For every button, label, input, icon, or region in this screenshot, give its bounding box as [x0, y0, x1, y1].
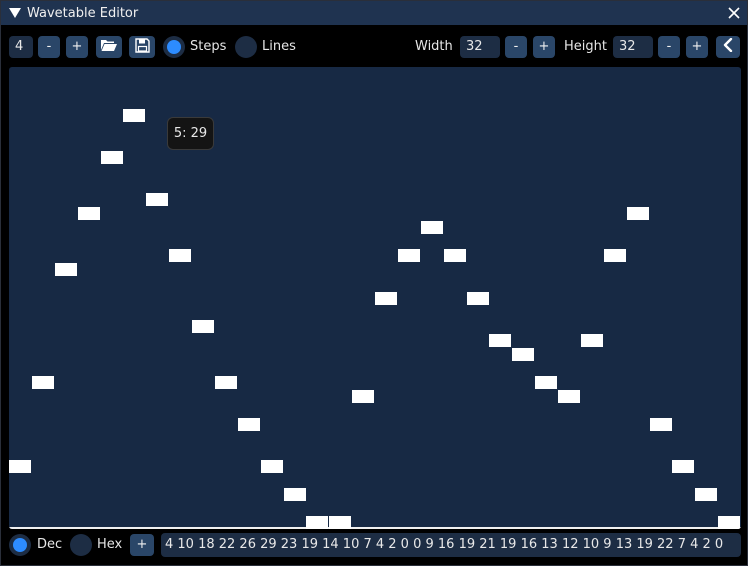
step-marker[interactable]	[626, 207, 649, 221]
step-marker[interactable]	[54, 263, 77, 277]
step-marker[interactable]	[512, 347, 535, 361]
step-marker[interactable]	[718, 516, 741, 529]
chevron-left-icon	[723, 37, 733, 56]
wavetable-editor-window: Wavetable Editor 4 - + Steps Lines Width…	[0, 0, 748, 566]
step-marker[interactable]	[9, 459, 31, 473]
collapse-triangle-icon[interactable]	[7, 5, 23, 21]
step-value-field[interactable]: 4	[9, 36, 33, 58]
step-marker[interactable]	[100, 151, 123, 165]
step-marker[interactable]	[443, 249, 466, 263]
step-increment-button[interactable]: +	[66, 36, 88, 58]
floppy-save-icon	[134, 37, 150, 57]
step-marker[interactable]	[169, 249, 192, 263]
hex-format-label: Hex	[97, 537, 123, 552]
steps-mode-radio[interactable]	[163, 36, 185, 58]
save-file-button[interactable]	[129, 36, 155, 58]
step-marker[interactable]	[375, 291, 397, 305]
height-label: Height	[564, 39, 607, 54]
lines-mode-radio[interactable]	[235, 36, 257, 58]
toolbar: 4 - + Steps Lines Width 32 - + Height 32…	[1, 25, 747, 67]
step-marker[interactable]	[329, 516, 352, 529]
step-marker[interactable]	[352, 389, 375, 403]
open-file-button[interactable]	[96, 36, 122, 58]
step-marker[interactable]	[192, 319, 214, 333]
step-marker[interactable]	[603, 249, 626, 263]
step-marker[interactable]	[123, 109, 146, 123]
width-decrement-button[interactable]: -	[505, 36, 527, 58]
step-marker[interactable]	[649, 417, 672, 431]
width-label: Width	[415, 39, 453, 54]
folder-open-icon	[100, 38, 118, 56]
width-increment-button[interactable]: +	[533, 36, 555, 58]
step-marker[interactable]	[260, 459, 283, 473]
dec-format-label: Dec	[37, 537, 63, 552]
title-bar[interactable]: Wavetable Editor	[1, 1, 747, 25]
close-icon[interactable]	[725, 4, 743, 22]
canvas-baseline	[9, 527, 741, 529]
step-marker[interactable]	[466, 291, 489, 305]
wavetable-canvas[interactable]	[9, 67, 741, 529]
height-increment-button[interactable]: +	[686, 36, 708, 58]
lines-mode-label: Lines	[262, 39, 296, 54]
window-title: Wavetable Editor	[27, 5, 139, 21]
collapse-panel-button[interactable]	[716, 36, 740, 58]
step-marker[interactable]	[306, 516, 329, 529]
step-marker[interactable]	[489, 333, 512, 347]
value-tooltip: 5: 29	[167, 117, 214, 150]
step-decrement-button[interactable]: -	[38, 36, 60, 58]
step-marker[interactable]	[146, 193, 169, 207]
step-marker[interactable]	[580, 333, 603, 347]
hex-format-radio[interactable]	[70, 534, 92, 556]
step-marker[interactable]	[420, 221, 443, 235]
step-marker[interactable]	[31, 375, 54, 389]
bottom-bar: Dec Hex + 4 10 18 22 26 29 23 19 14 10 7…	[1, 531, 747, 565]
step-marker[interactable]	[214, 375, 237, 389]
width-field[interactable]: 32	[460, 36, 500, 58]
step-marker[interactable]	[237, 417, 260, 431]
height-decrement-button[interactable]: -	[658, 36, 680, 58]
step-marker[interactable]	[283, 487, 306, 501]
values-text-field[interactable]: 4 10 18 22 26 29 23 19 14 10 7 4 2 0 0 9…	[161, 533, 741, 557]
step-marker[interactable]	[535, 375, 558, 389]
add-values-button[interactable]: +	[130, 534, 154, 556]
step-marker[interactable]	[397, 249, 420, 263]
height-field[interactable]: 32	[613, 36, 653, 58]
step-marker[interactable]	[558, 389, 580, 403]
step-marker[interactable]	[672, 459, 695, 473]
dec-format-radio[interactable]	[9, 534, 31, 556]
steps-mode-label: Steps	[190, 39, 227, 54]
step-marker[interactable]	[77, 207, 100, 221]
step-marker[interactable]	[695, 487, 718, 501]
